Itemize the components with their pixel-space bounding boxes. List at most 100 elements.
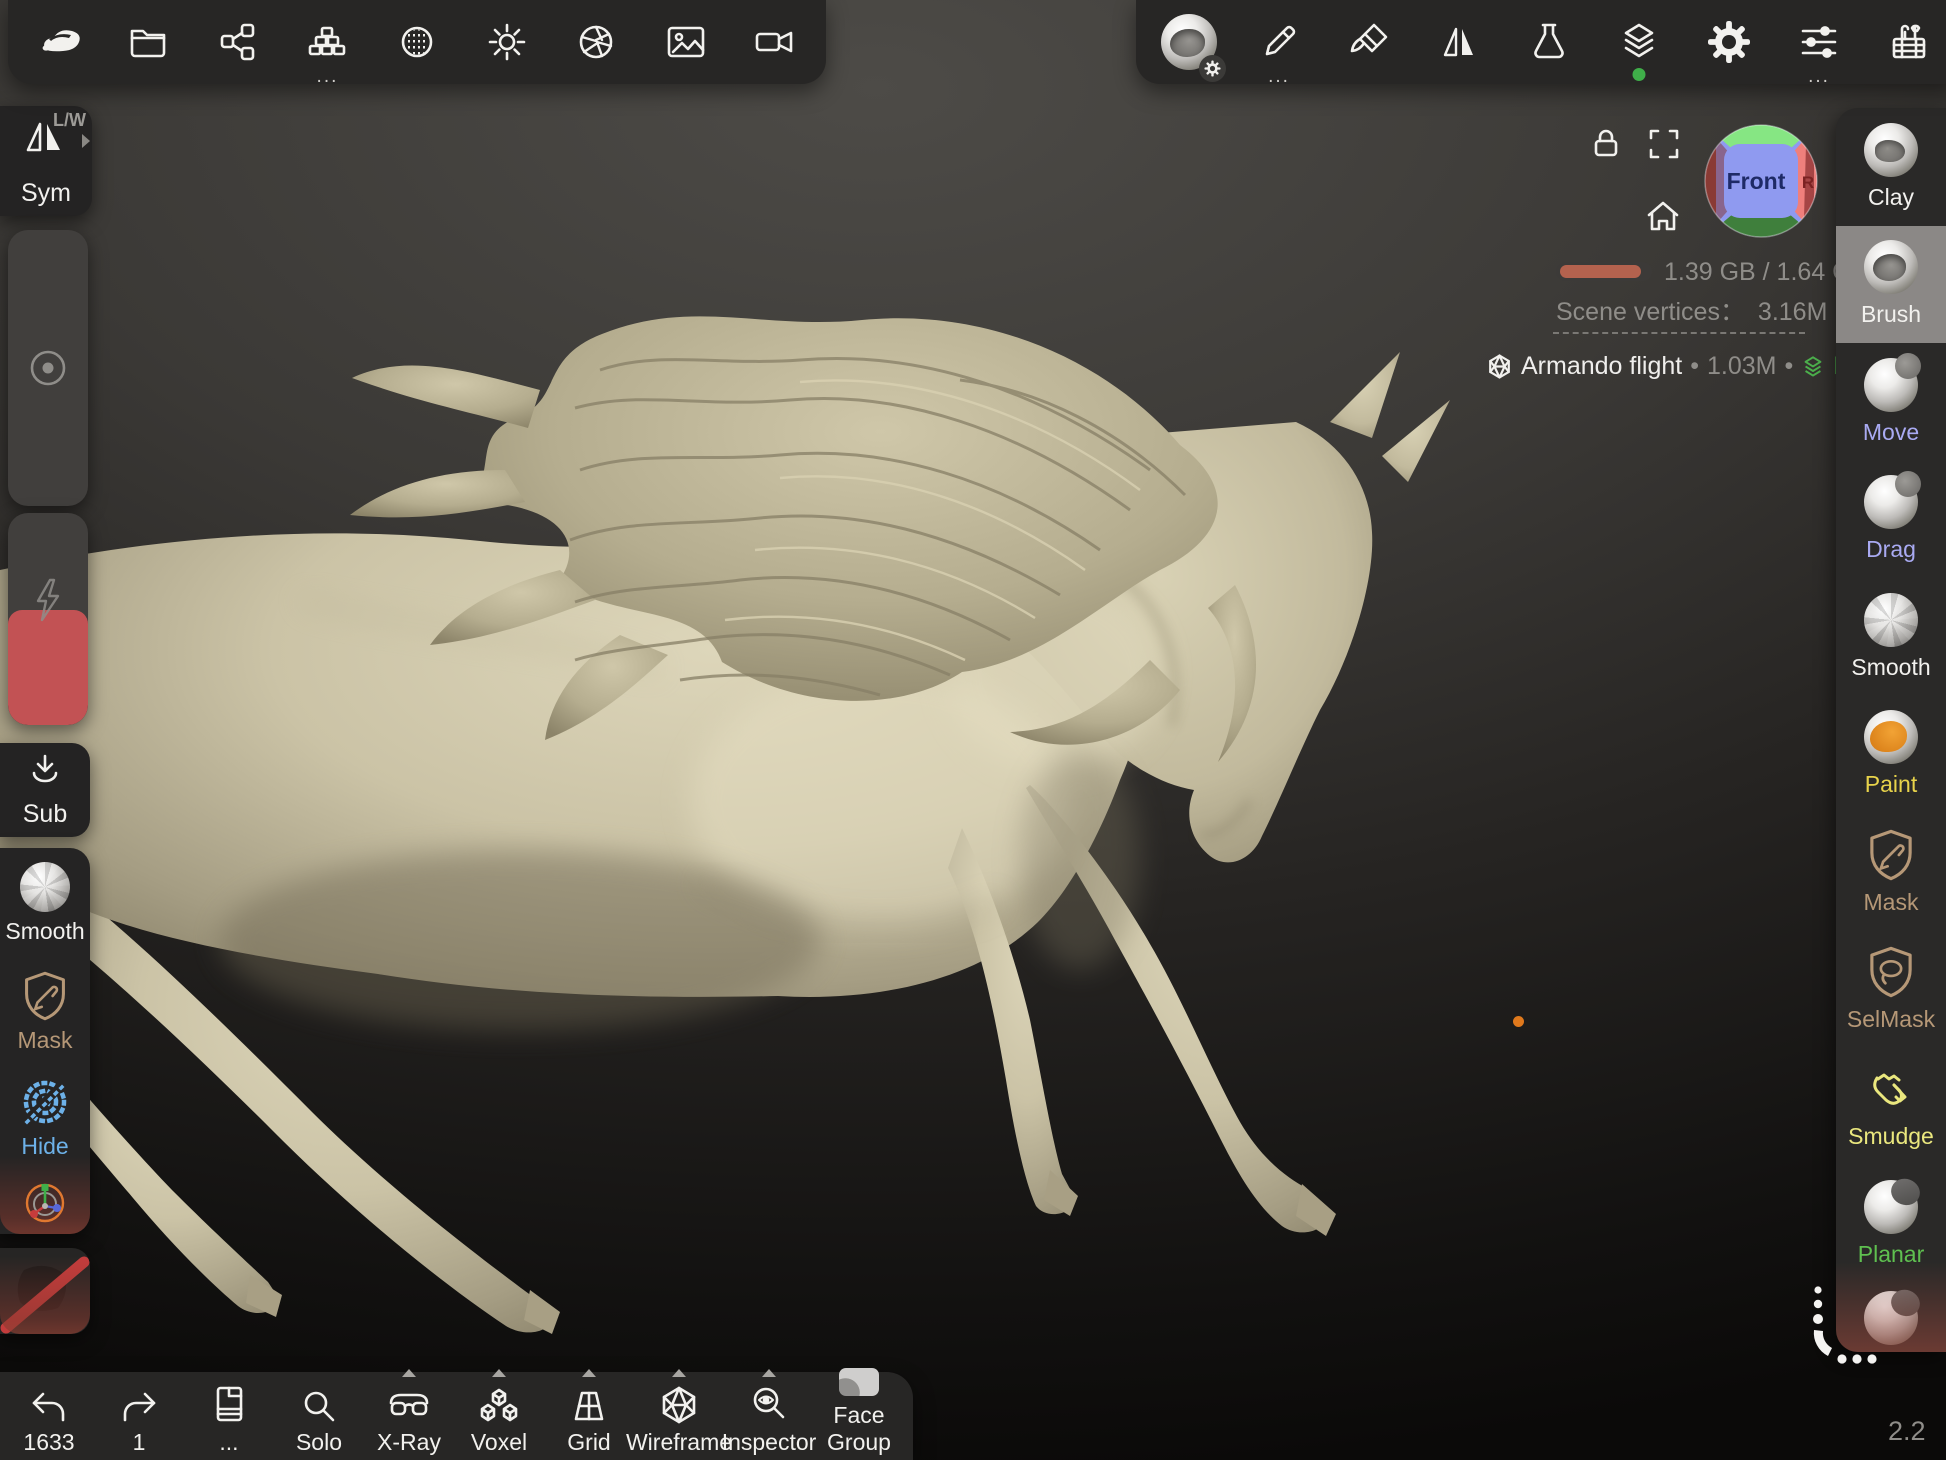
face-group-label: Face Group [814, 1402, 904, 1456]
navigation-sphere[interactable]: Front R [1702, 122, 1820, 240]
grid-button[interactable]: Grid [544, 1368, 634, 1460]
solo-label: Solo [296, 1429, 342, 1456]
layers-button[interactable] [1594, 0, 1684, 84]
matcap-button[interactable] [372, 0, 462, 84]
horse-sculpture[interactable] [0, 240, 1500, 1360]
undo-count: 1633 [23, 1429, 74, 1456]
camera-lock-button[interactable] [1588, 126, 1624, 162]
intensity-slider[interactable] [8, 513, 88, 725]
solo-button[interactable]: Solo [274, 1368, 364, 1460]
toolbox-button[interactable] [1864, 0, 1946, 84]
nomad-logo-icon[interactable] [14, 0, 104, 84]
tool-planar[interactable]: Planar [1836, 1166, 1946, 1284]
nav-right-label: R [1802, 173, 1814, 192]
gizmo-icon [22, 1180, 68, 1226]
symmetry-toggle[interactable]: L/W Sym [0, 106, 92, 216]
left-smooth-tool[interactable]: Smooth [0, 862, 90, 945]
mesh-icon [1486, 353, 1513, 380]
tool-planar-label: Planar [1858, 1241, 1924, 1268]
tool-drag[interactable]: Drag [1836, 461, 1946, 579]
undo-button[interactable]: 1633 [4, 1368, 94, 1460]
scene-vertices-value: 3.16M [1758, 298, 1827, 326]
sub-button[interactable]: Sub [0, 743, 90, 837]
mask-shield-icon [1866, 828, 1916, 882]
tool-brush-label: Brush [1861, 301, 1921, 328]
tool-paint-label: Paint [1865, 771, 1917, 798]
fullscreen-button[interactable] [1646, 126, 1682, 162]
background-image-button[interactable] [641, 0, 731, 84]
inspector-expander[interactable] [762, 1369, 776, 1377]
wireframe-label: Wireframe [626, 1429, 732, 1456]
face-group-icon [839, 1368, 879, 1396]
selected-mesh-name: Armando flight [1521, 352, 1682, 381]
redo-count: 1 [133, 1429, 146, 1456]
left-smooth-label: Smooth [5, 918, 84, 945]
nav-front-label: Front [1727, 168, 1786, 194]
wireframe-expander[interactable] [672, 1369, 686, 1377]
files-button[interactable] [104, 0, 194, 84]
tool-smooth[interactable]: Smooth [1836, 578, 1946, 696]
filters-flask-button[interactable] [1504, 0, 1594, 84]
corner-drag-handle[interactable] [1790, 1278, 1910, 1378]
clay-sphere-icon [1864, 123, 1918, 177]
redo-button[interactable]: 1 [94, 1368, 184, 1460]
tool-selmask-label: SelMask [1847, 1006, 1935, 1033]
smudge-hand-icon [1865, 1064, 1917, 1116]
tool-brush[interactable]: Brush [1836, 226, 1946, 344]
layers-active-dot [1633, 68, 1646, 81]
history-more: ... [219, 1429, 238, 1456]
left-hide-tool[interactable]: Hide [0, 1076, 90, 1160]
move-sphere-icon [1864, 358, 1918, 412]
left-tool-panel: Smooth Mask Hide [0, 848, 90, 1234]
face-group-button[interactable]: Face Group [814, 1368, 904, 1460]
multires-more-indicator: ... [317, 72, 339, 82]
interface-sliders-button[interactable]: ... [1774, 0, 1864, 84]
cursor-dot [1513, 1016, 1524, 1027]
alpha-slot[interactable] [0, 1248, 90, 1334]
postprocess-button[interactable] [551, 0, 641, 84]
selection-separator2: • [1784, 352, 1793, 381]
xray-label: X-Ray [377, 1429, 441, 1456]
tool-paint[interactable]: Paint [1836, 696, 1946, 814]
material-sphere-button[interactable] [1144, 0, 1234, 84]
xray-button[interactable]: X-Ray [364, 1368, 454, 1460]
settings-gear-button[interactable] [1684, 0, 1774, 84]
tool-clay[interactable]: Clay [1836, 108, 1946, 226]
bottom-toolbar: 1633 1 ... Solo X-Ray Voxel Grid [0, 1372, 913, 1460]
tool-selmask[interactable]: SelMask [1836, 931, 1946, 1049]
selected-vertex-count: 1.03M [1707, 352, 1776, 381]
camera-button[interactable] [731, 0, 821, 84]
paint-sphere-icon [1864, 710, 1918, 764]
scene-graph-button[interactable] [193, 0, 283, 84]
sym-expand-arrow[interactable] [82, 134, 90, 148]
multires-button[interactable]: ... [283, 0, 373, 84]
tool-mask[interactable]: Mask [1836, 813, 1946, 931]
voxel-button[interactable]: Voxel [454, 1368, 544, 1460]
lighting-button[interactable] [462, 0, 552, 84]
smooth-sphere-icon [20, 862, 70, 912]
sym-mode-badge: L/W [53, 110, 86, 131]
voxel-expander[interactable] [492, 1369, 506, 1377]
interface-more-indicator: ... [1808, 72, 1830, 82]
tool-smudge-label: Smudge [1848, 1123, 1934, 1150]
painting-brush-button[interactable] [1324, 0, 1414, 84]
tool-mask-label: Mask [1864, 889, 1919, 916]
sub-label: Sub [0, 800, 90, 829]
wireframe-button[interactable]: Wireframe [634, 1368, 724, 1460]
gizmo-tool[interactable] [0, 1180, 90, 1226]
left-hide-label: Hide [21, 1133, 68, 1160]
drag-sphere-icon [1864, 475, 1918, 529]
radius-slider[interactable] [8, 230, 88, 506]
xray-expander[interactable] [402, 1369, 416, 1377]
planar-sphere-icon [1864, 1180, 1918, 1234]
symmetry-button[interactable] [1414, 0, 1504, 84]
stroke-pencil-button[interactable]: ... [1234, 0, 1324, 84]
home-view-button[interactable] [1644, 198, 1682, 236]
inspector-button[interactable]: Inspector [724, 1368, 814, 1460]
grid-expander[interactable] [582, 1369, 596, 1377]
tool-smudge[interactable]: Smudge [1836, 1048, 1946, 1166]
history-button[interactable]: ... [184, 1368, 274, 1460]
tool-move[interactable]: Move [1836, 343, 1946, 461]
left-mask-tool[interactable]: Mask [0, 970, 90, 1054]
selection-info[interactable]: Armando flight • 1.03M • Mane [1486, 352, 1896, 381]
